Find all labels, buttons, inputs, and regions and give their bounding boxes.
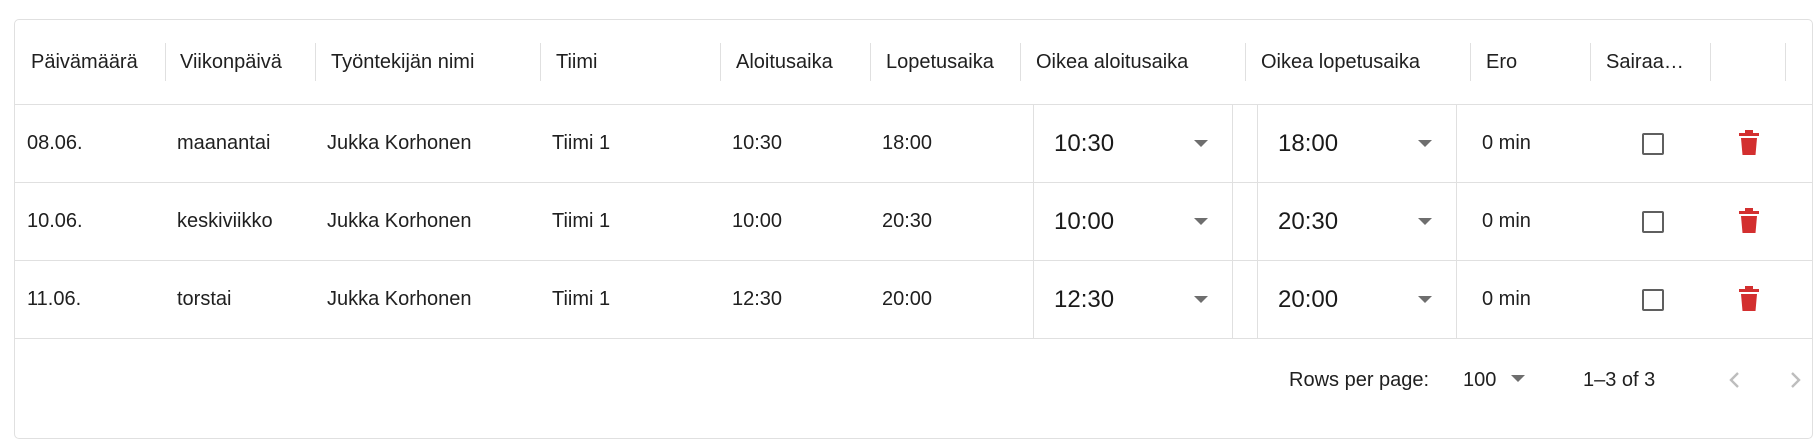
cell-start: 12:30: [732, 288, 783, 310]
actual-start-value: 12:30: [1054, 286, 1115, 313]
grid-header: Päivämäärä Viikonpäivä Työntekijän nimi …: [15, 20, 1812, 105]
cell-date: 11.06.: [27, 288, 82, 310]
table-row[interactable]: 10.06. keskiviikko Jukka Korhonen Tiimi …: [15, 183, 1812, 261]
cell-team: Tiimi 1: [552, 288, 611, 310]
column-separator[interactable]: [1785, 43, 1786, 81]
column-separator[interactable]: [1710, 43, 1711, 81]
cell-end: 18:00: [882, 132, 933, 154]
actual-start-value: 10:00: [1054, 208, 1115, 235]
column-separator[interactable]: [870, 43, 871, 81]
chevron-right-icon[interactable]: [1783, 368, 1807, 392]
actual-start-select[interactable]: 12:30: [1033, 261, 1233, 338]
column-separator[interactable]: [540, 43, 541, 81]
actual-end-value: 20:00: [1278, 286, 1339, 313]
cell-diff: 0 min: [1482, 210, 1531, 232]
cell-employee: Jukka Korhonen: [327, 210, 472, 232]
caret-down-icon: [1511, 375, 1525, 382]
sick-checkbox[interactable]: [1642, 289, 1664, 311]
cell-start: 10:00: [732, 210, 783, 232]
rows-per-page-label: Rows per page:: [1289, 369, 1430, 391]
column-header-sick[interactable]: Sairaa…: [1606, 20, 1706, 104]
column-header-team[interactable]: Tiimi: [556, 20, 706, 104]
column-header-weekday[interactable]: Viikonpäivä: [180, 20, 320, 104]
column-separator[interactable]: [315, 43, 316, 81]
column-separator[interactable]: [1020, 43, 1021, 81]
column-separator[interactable]: [720, 43, 721, 81]
actual-end-value: 18:00: [1278, 130, 1339, 157]
chevron-left-icon[interactable]: [1723, 368, 1747, 392]
rows-per-page-value: 100: [1463, 369, 1497, 391]
cell-start: 10:30: [732, 132, 783, 154]
table-row[interactable]: 11.06. torstai Jukka Korhonen Tiimi 1 12…: [15, 261, 1812, 339]
column-header-employee[interactable]: Työntekijän nimi: [331, 20, 531, 104]
caret-down-icon: [1194, 296, 1208, 303]
column-separator[interactable]: [1470, 43, 1471, 81]
pagination-range: 1–3 of 3: [1583, 369, 1656, 391]
caret-down-icon: [1418, 140, 1432, 147]
cell-employee: Jukka Korhonen: [327, 132, 472, 154]
cell-date: 10.06.: [27, 210, 83, 232]
cell-diff: 0 min: [1482, 288, 1531, 310]
column-header-actual-end[interactable]: Oikea lopetusaika: [1261, 20, 1471, 104]
cell-end: 20:30: [882, 210, 933, 232]
caret-down-icon: [1418, 218, 1432, 225]
cell-team: Tiimi 1: [552, 132, 611, 154]
sick-checkbox[interactable]: [1642, 211, 1664, 233]
trash-icon[interactable]: [1738, 208, 1760, 234]
actual-end-select[interactable]: 20:30: [1257, 183, 1457, 260]
column-separator[interactable]: [1590, 43, 1591, 81]
rows-per-page-select[interactable]: 100: [1463, 340, 1533, 420]
actual-end-select[interactable]: 20:00: [1257, 261, 1457, 338]
cell-team: Tiimi 1: [552, 210, 611, 232]
column-header-end[interactable]: Lopetusaika: [886, 20, 1026, 104]
actual-end-value: 20:30: [1278, 208, 1339, 235]
grid-footer: Rows per page: 100 1–3 of 3: [15, 340, 1812, 420]
column-separator[interactable]: [165, 43, 166, 81]
column-header-actual-start[interactable]: Oikea aloitusaika: [1036, 20, 1246, 104]
sick-checkbox[interactable]: [1642, 133, 1664, 155]
actual-start-select[interactable]: 10:30: [1033, 105, 1233, 182]
cell-weekday: keskiviikko: [177, 210, 273, 232]
caret-down-icon: [1418, 296, 1432, 303]
cell-end: 20:00: [882, 288, 933, 310]
cell-date: 08.06.: [27, 132, 83, 154]
trash-icon[interactable]: [1738, 130, 1760, 156]
trash-icon[interactable]: [1738, 286, 1760, 312]
cell-weekday: torstai: [177, 288, 232, 310]
shift-data-grid: Päivämäärä Viikonpäivä Työntekijän nimi …: [14, 19, 1813, 439]
actual-start-select[interactable]: 10:00: [1033, 183, 1233, 260]
caret-down-icon: [1194, 140, 1208, 147]
caret-down-icon: [1194, 218, 1208, 225]
cell-employee: Jukka Korhonen: [327, 288, 472, 310]
column-header-diff[interactable]: Ero: [1486, 20, 1586, 104]
column-separator[interactable]: [1245, 43, 1246, 81]
column-header-start[interactable]: Aloitusaika: [736, 20, 876, 104]
cell-weekday: maanantai: [177, 132, 271, 154]
actual-end-select[interactable]: 18:00: [1257, 105, 1457, 182]
table-row[interactable]: 08.06. maanantai Jukka Korhonen Tiimi 1 …: [15, 105, 1812, 183]
cell-diff: 0 min: [1482, 132, 1531, 154]
column-header-date[interactable]: Päivämäärä: [31, 20, 161, 104]
actual-start-value: 10:30: [1054, 130, 1115, 157]
